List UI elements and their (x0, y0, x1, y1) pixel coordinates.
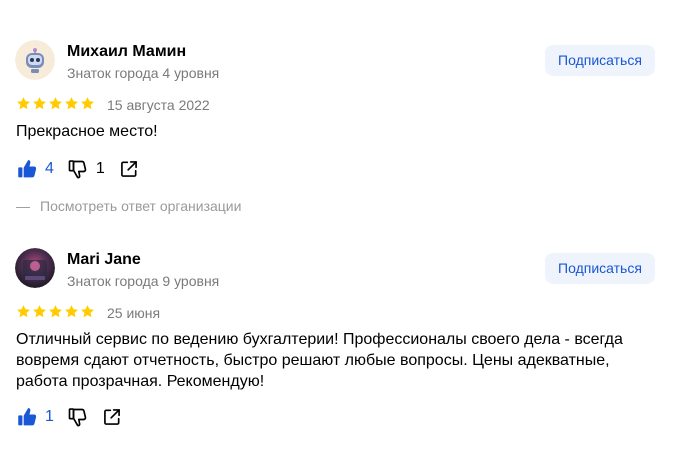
like-count: 1 (45, 408, 54, 425)
like-count: 4 (45, 160, 54, 177)
author-name[interactable]: Mari Jane (67, 250, 141, 270)
like-button[interactable]: 4 (17, 159, 54, 179)
star-icon (81, 305, 94, 318)
thumbs-down-icon (68, 408, 87, 427)
view-org-reply-link[interactable]: — Посмотреть ответ организации (16, 197, 241, 215)
author-level: Знаток города 9 уровня (67, 273, 220, 289)
star-icon (49, 305, 62, 318)
share-button[interactable] (119, 159, 139, 179)
share-icon (103, 409, 120, 425)
share-icon (120, 161, 137, 177)
thumbs-down-icon (68, 160, 87, 179)
star-icon (17, 305, 30, 318)
star-icon (65, 305, 78, 318)
rating-stars (16, 96, 95, 112)
like-button[interactable]: 1 (17, 407, 54, 427)
share-button[interactable] (102, 407, 122, 427)
avatar[interactable] (15, 248, 55, 288)
review-actions: 1 (17, 405, 136, 429)
star-icon (49, 97, 62, 110)
dislike-count: 1 (95, 160, 105, 177)
author-level: Знаток города 4 уровня (67, 65, 220, 81)
dash-separator: — (16, 198, 30, 214)
star-icon (65, 97, 78, 110)
subscribe-button[interactable]: Подписаться (545, 253, 655, 284)
review-date: 15 августа 2022 (107, 97, 210, 113)
review-text: Прекрасное место! (16, 123, 158, 140)
thumbs-up-icon (18, 160, 37, 178)
star-icon (33, 305, 46, 318)
star-icon (17, 97, 30, 110)
subscribe-button[interactable]: Подписаться (545, 45, 655, 76)
star-icon (81, 97, 94, 110)
avatar[interactable] (15, 40, 55, 80)
review-text: Отличный сервис по ведению бухгалтерии! … (16, 331, 623, 390)
review-date: 25 июня (107, 305, 161, 321)
rating-stars (16, 304, 95, 320)
author-name[interactable]: Михаил Мамин (67, 42, 186, 62)
view-org-reply-label: Посмотреть ответ организации (40, 198, 242, 214)
dislike-button[interactable]: 1 (68, 159, 105, 179)
star-icon (33, 97, 46, 110)
thumbs-up-icon (18, 408, 37, 426)
review-actions: 4 1 (17, 157, 153, 181)
dislike-button[interactable] (68, 407, 88, 427)
